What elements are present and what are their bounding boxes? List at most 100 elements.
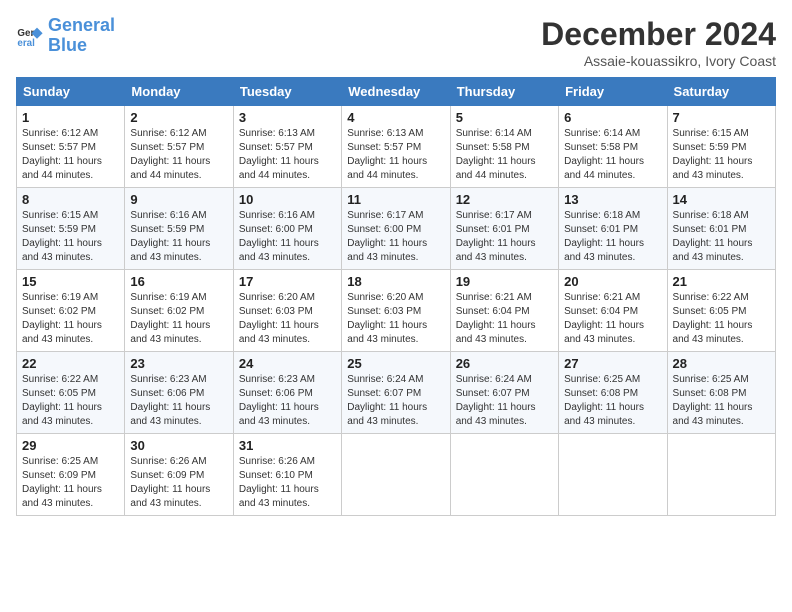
day-number: 1: [22, 110, 119, 125]
calendar-cell: [342, 434, 450, 516]
day-number: 11: [347, 192, 444, 207]
calendar-cell: 1 Sunrise: 6:12 AM Sunset: 5:57 PM Dayli…: [17, 106, 125, 188]
day-info: Sunrise: 6:15 AM Sunset: 5:59 PM Dayligh…: [673, 127, 770, 183]
calendar-cell: [667, 434, 775, 516]
day-info: Sunrise: 6:18 AM Sunset: 6:01 PM Dayligh…: [564, 209, 661, 265]
day-info: Sunrise: 6:22 AM Sunset: 6:05 PM Dayligh…: [673, 291, 770, 347]
logo-text: GeneralBlue: [48, 16, 115, 56]
day-number: 20: [564, 274, 661, 289]
day-info: Sunrise: 6:12 AM Sunset: 5:57 PM Dayligh…: [22, 127, 119, 183]
day-info: Sunrise: 6:23 AM Sunset: 6:06 PM Dayligh…: [130, 373, 227, 429]
calendar-cell: 20 Sunrise: 6:21 AM Sunset: 6:04 PM Dayl…: [559, 270, 667, 352]
day-info: Sunrise: 6:20 AM Sunset: 6:03 PM Dayligh…: [347, 291, 444, 347]
calendar-cell: 18 Sunrise: 6:20 AM Sunset: 6:03 PM Dayl…: [342, 270, 450, 352]
day-info: Sunrise: 6:25 AM Sunset: 6:09 PM Dayligh…: [22, 455, 119, 511]
day-info: Sunrise: 6:22 AM Sunset: 6:05 PM Dayligh…: [22, 373, 119, 429]
calendar-cell: 11 Sunrise: 6:17 AM Sunset: 6:00 PM Dayl…: [342, 188, 450, 270]
day-number: 9: [130, 192, 227, 207]
day-number: 15: [22, 274, 119, 289]
day-info: Sunrise: 6:26 AM Sunset: 6:09 PM Dayligh…: [130, 455, 227, 511]
day-number: 6: [564, 110, 661, 125]
calendar-cell: 30 Sunrise: 6:26 AM Sunset: 6:09 PM Dayl…: [125, 434, 233, 516]
calendar-cell: [559, 434, 667, 516]
day-info: Sunrise: 6:14 AM Sunset: 5:58 PM Dayligh…: [456, 127, 553, 183]
calendar-cell: 13 Sunrise: 6:18 AM Sunset: 6:01 PM Dayl…: [559, 188, 667, 270]
day-info: Sunrise: 6:13 AM Sunset: 5:57 PM Dayligh…: [239, 127, 336, 183]
calendar-cell: 2 Sunrise: 6:12 AM Sunset: 5:57 PM Dayli…: [125, 106, 233, 188]
day-info: Sunrise: 6:25 AM Sunset: 6:08 PM Dayligh…: [673, 373, 770, 429]
day-info: Sunrise: 6:17 AM Sunset: 6:01 PM Dayligh…: [456, 209, 553, 265]
day-info: Sunrise: 6:26 AM Sunset: 6:10 PM Dayligh…: [239, 455, 336, 511]
calendar-cell: 26 Sunrise: 6:24 AM Sunset: 6:07 PM Dayl…: [450, 352, 558, 434]
calendar-cell: 15 Sunrise: 6:19 AM Sunset: 6:02 PM Dayl…: [17, 270, 125, 352]
calendar-header-tuesday: Tuesday: [233, 78, 341, 106]
calendar-week-1: 1 Sunrise: 6:12 AM Sunset: 5:57 PM Dayli…: [17, 106, 776, 188]
day-number: 28: [673, 356, 770, 371]
day-info: Sunrise: 6:17 AM Sunset: 6:00 PM Dayligh…: [347, 209, 444, 265]
calendar-header-thursday: Thursday: [450, 78, 558, 106]
day-number: 8: [22, 192, 119, 207]
calendar-cell: 14 Sunrise: 6:18 AM Sunset: 6:01 PM Dayl…: [667, 188, 775, 270]
day-info: Sunrise: 6:16 AM Sunset: 6:00 PM Dayligh…: [239, 209, 336, 265]
logo: Gen eral GeneralBlue: [16, 16, 115, 56]
calendar-cell: 21 Sunrise: 6:22 AM Sunset: 6:05 PM Dayl…: [667, 270, 775, 352]
title-area: December 2024 Assaie-kouassikro, Ivory C…: [541, 16, 776, 69]
day-number: 17: [239, 274, 336, 289]
calendar-cell: 9 Sunrise: 6:16 AM Sunset: 5:59 PM Dayli…: [125, 188, 233, 270]
calendar-table: SundayMondayTuesdayWednesdayThursdayFrid…: [16, 77, 776, 516]
day-info: Sunrise: 6:16 AM Sunset: 5:59 PM Dayligh…: [130, 209, 227, 265]
calendar-cell: 24 Sunrise: 6:23 AM Sunset: 6:06 PM Dayl…: [233, 352, 341, 434]
calendar-cell: 16 Sunrise: 6:19 AM Sunset: 6:02 PM Dayl…: [125, 270, 233, 352]
calendar-cell: 27 Sunrise: 6:25 AM Sunset: 6:08 PM Dayl…: [559, 352, 667, 434]
day-number: 5: [456, 110, 553, 125]
calendar-cell: 25 Sunrise: 6:24 AM Sunset: 6:07 PM Dayl…: [342, 352, 450, 434]
day-number: 14: [673, 192, 770, 207]
month-title: December 2024: [541, 16, 776, 53]
calendar-cell: 31 Sunrise: 6:26 AM Sunset: 6:10 PM Dayl…: [233, 434, 341, 516]
calendar-header-sunday: Sunday: [17, 78, 125, 106]
day-number: 4: [347, 110, 444, 125]
calendar-body: 1 Sunrise: 6:12 AM Sunset: 5:57 PM Dayli…: [17, 106, 776, 516]
day-info: Sunrise: 6:21 AM Sunset: 6:04 PM Dayligh…: [564, 291, 661, 347]
day-info: Sunrise: 6:18 AM Sunset: 6:01 PM Dayligh…: [673, 209, 770, 265]
calendar-cell: 12 Sunrise: 6:17 AM Sunset: 6:01 PM Dayl…: [450, 188, 558, 270]
day-number: 13: [564, 192, 661, 207]
day-number: 7: [673, 110, 770, 125]
calendar-cell: 3 Sunrise: 6:13 AM Sunset: 5:57 PM Dayli…: [233, 106, 341, 188]
logo-icon: Gen eral: [16, 22, 44, 50]
calendar-header-friday: Friday: [559, 78, 667, 106]
day-number: 23: [130, 356, 227, 371]
calendar-header-saturday: Saturday: [667, 78, 775, 106]
calendar-cell: 28 Sunrise: 6:25 AM Sunset: 6:08 PM Dayl…: [667, 352, 775, 434]
calendar-cell: 8 Sunrise: 6:15 AM Sunset: 5:59 PM Dayli…: [17, 188, 125, 270]
calendar-week-2: 8 Sunrise: 6:15 AM Sunset: 5:59 PM Dayli…: [17, 188, 776, 270]
day-number: 12: [456, 192, 553, 207]
day-info: Sunrise: 6:23 AM Sunset: 6:06 PM Dayligh…: [239, 373, 336, 429]
day-info: Sunrise: 6:24 AM Sunset: 6:07 PM Dayligh…: [347, 373, 444, 429]
day-number: 19: [456, 274, 553, 289]
day-info: Sunrise: 6:12 AM Sunset: 5:57 PM Dayligh…: [130, 127, 227, 183]
day-info: Sunrise: 6:24 AM Sunset: 6:07 PM Dayligh…: [456, 373, 553, 429]
calendar-cell: 17 Sunrise: 6:20 AM Sunset: 6:03 PM Dayl…: [233, 270, 341, 352]
day-number: 16: [130, 274, 227, 289]
location-subtitle: Assaie-kouassikro, Ivory Coast: [541, 53, 776, 69]
day-number: 21: [673, 274, 770, 289]
day-info: Sunrise: 6:19 AM Sunset: 6:02 PM Dayligh…: [22, 291, 119, 347]
calendar-week-5: 29 Sunrise: 6:25 AM Sunset: 6:09 PM Dayl…: [17, 434, 776, 516]
calendar-cell: 10 Sunrise: 6:16 AM Sunset: 6:00 PM Dayl…: [233, 188, 341, 270]
calendar-header-wednesday: Wednesday: [342, 78, 450, 106]
calendar-header-row: SundayMondayTuesdayWednesdayThursdayFrid…: [17, 78, 776, 106]
day-info: Sunrise: 6:14 AM Sunset: 5:58 PM Dayligh…: [564, 127, 661, 183]
day-info: Sunrise: 6:21 AM Sunset: 6:04 PM Dayligh…: [456, 291, 553, 347]
calendar-cell: 6 Sunrise: 6:14 AM Sunset: 5:58 PM Dayli…: [559, 106, 667, 188]
calendar-week-3: 15 Sunrise: 6:19 AM Sunset: 6:02 PM Dayl…: [17, 270, 776, 352]
day-info: Sunrise: 6:19 AM Sunset: 6:02 PM Dayligh…: [130, 291, 227, 347]
calendar-cell: 19 Sunrise: 6:21 AM Sunset: 6:04 PM Dayl…: [450, 270, 558, 352]
day-number: 29: [22, 438, 119, 453]
svg-text:eral: eral: [17, 38, 35, 49]
page-header: Gen eral GeneralBlue December 2024 Assai…: [16, 16, 776, 69]
day-number: 10: [239, 192, 336, 207]
day-number: 3: [239, 110, 336, 125]
calendar-cell: 4 Sunrise: 6:13 AM Sunset: 5:57 PM Dayli…: [342, 106, 450, 188]
day-number: 22: [22, 356, 119, 371]
